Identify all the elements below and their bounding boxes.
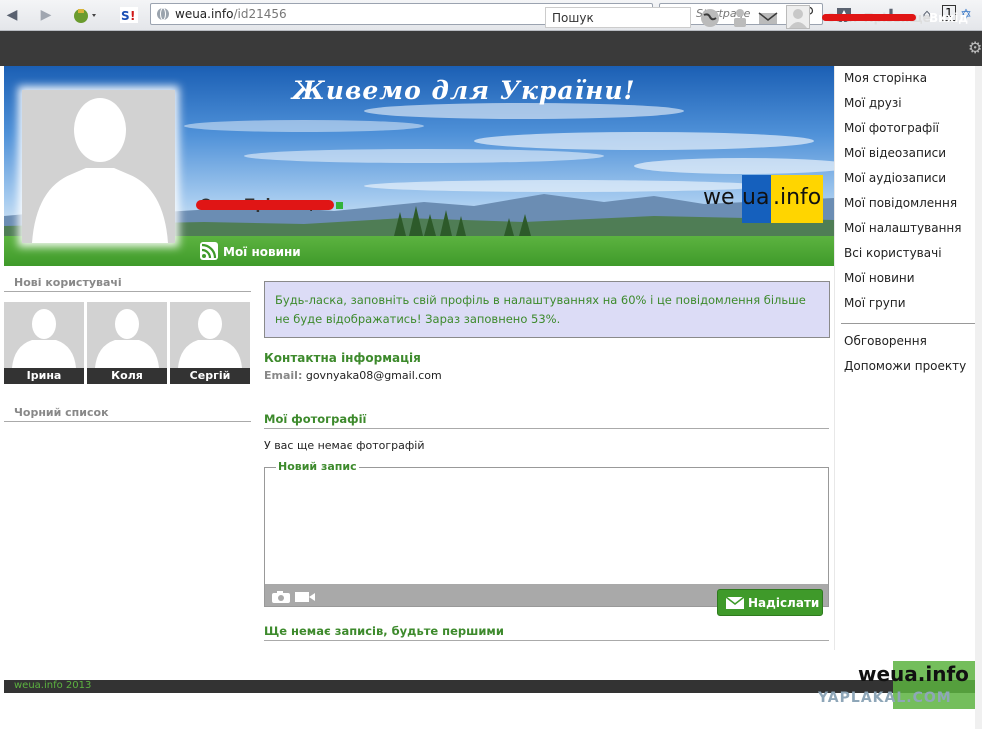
menu-my-photos[interactable]: Мої фотографії — [844, 121, 939, 135]
camera-icon[interactable] — [271, 590, 291, 607]
menu-help-project[interactable]: Допоможи проекту — [844, 359, 966, 373]
menu-my-audio[interactable]: Мої аудіозаписи — [844, 171, 946, 185]
new-post-legend: Новий запис — [276, 460, 359, 473]
redaction-mark — [822, 14, 916, 21]
envelope-icon — [726, 597, 744, 609]
menu-my-messages[interactable]: Мої повідомлення — [844, 196, 957, 210]
menu-my-groups[interactable]: Мої групи — [844, 296, 906, 310]
settings-gear-icon[interactable]: ⚙ — [968, 38, 982, 57]
banner-slogan: Живемо для України! — [292, 76, 636, 105]
user-avatar[interactable] — [786, 5, 810, 29]
forward-arrow-icon[interactable]: ▶ — [38, 6, 54, 24]
messages-icon[interactable] — [758, 8, 778, 28]
back-arrow-icon[interactable]: ◀ — [4, 6, 20, 24]
section-divider — [264, 428, 829, 429]
menu-my-videos[interactable]: Мої відеозаписи — [844, 146, 946, 160]
user-name: Коля — [87, 368, 167, 384]
user-card[interactable]: Ірина — [4, 302, 84, 384]
user-name: Сергій — [170, 368, 250, 384]
online-status-dot — [336, 202, 343, 209]
addon-icon[interactable] — [72, 6, 100, 24]
no-posts-text: Ще немає записів, будьте першими — [264, 624, 504, 638]
video-camera-icon[interactable] — [294, 590, 316, 607]
user-silhouette-icon — [95, 309, 159, 368]
user-silhouette-icon — [178, 309, 242, 368]
menu-divider — [841, 323, 975, 324]
friends-icon[interactable] — [730, 8, 750, 28]
logo-ua-block: ua — [742, 175, 774, 223]
menu-my-news[interactable]: Мої новини — [844, 271, 915, 285]
user-silhouette-icon — [32, 98, 168, 243]
new-users-title: Нові користувачі — [14, 276, 122, 289]
user-silhouette-icon — [12, 309, 76, 368]
email-line: Email: govnyaka08@gmail.com — [264, 369, 442, 382]
si-icon[interactable]: S! — [120, 6, 138, 24]
email-label: Email: — [264, 369, 303, 382]
send-button[interactable]: Надіслати — [717, 589, 823, 616]
user-card[interactable]: Сергій — [170, 302, 250, 384]
right-column-border — [834, 66, 835, 650]
logout-link[interactable]: Вихід — [929, 11, 968, 25]
footer-copyright: weua.info 2013 — [14, 680, 92, 691]
logo-info-block: .info — [771, 175, 823, 223]
send-label: Надіслати — [748, 596, 820, 610]
user-card[interactable]: Коля — [87, 302, 167, 384]
menu-my-page[interactable]: Моя сторінка — [844, 71, 927, 85]
menu-my-settings[interactable]: Мої налаштування — [844, 221, 961, 235]
menu-discussions[interactable]: Обговорення — [844, 334, 927, 348]
site-search-input[interactable] — [545, 7, 691, 28]
email-value: govnyaka08@gmail.com — [305, 369, 442, 382]
contact-info-title: Контактна інформація — [264, 351, 421, 365]
watermark: YAPLAKAL.COM — [818, 690, 952, 706]
site-logo[interactable]: we ua .info — [703, 173, 823, 225]
blacklist-title: Чорний список — [14, 406, 109, 419]
no-photos-text: У вас ще немає фотографій — [264, 439, 425, 452]
scrollbar[interactable] — [975, 66, 982, 729]
logo-we: we — [703, 185, 735, 210]
user-name: Ірина — [4, 368, 84, 384]
svg-text:S: S — [121, 9, 130, 23]
logo-ua: ua — [742, 185, 770, 210]
menu-my-friends[interactable]: Мої друзі — [844, 96, 902, 110]
menu-all-users[interactable]: Всі користувачі — [844, 246, 942, 260]
globe-icon — [157, 7, 169, 21]
my-photos-title: Мої фотографії — [264, 412, 367, 426]
redaction-mark — [196, 200, 334, 210]
section-divider — [4, 291, 251, 292]
my-news-link[interactable]: Мої новини — [223, 245, 301, 259]
svg-text:!: ! — [130, 9, 135, 23]
url-text: weua.info/id21456 — [175, 7, 287, 21]
site-top-bar — [0, 31, 982, 66]
profile-completion-notice: Будь-ласка, заповніть свій профіль в нал… — [264, 281, 830, 338]
section-divider — [4, 421, 251, 422]
section-divider — [264, 640, 829, 641]
corner-logo: weua.info — [858, 662, 969, 686]
logo-info: .info — [773, 185, 822, 210]
globe-icon[interactable] — [700, 8, 720, 28]
profile-photo[interactable] — [22, 90, 175, 243]
rss-icon[interactable] — [200, 242, 218, 260]
